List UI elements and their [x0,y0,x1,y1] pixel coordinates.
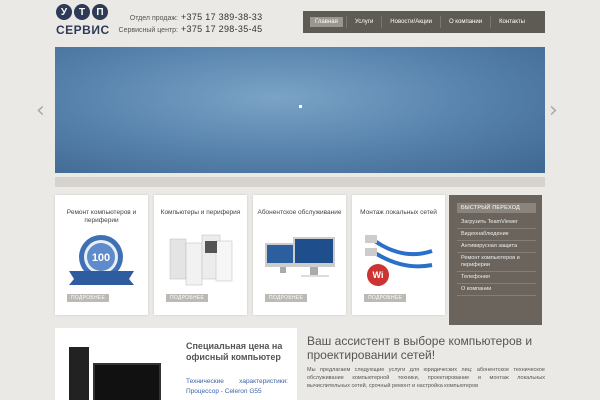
slider-indicator [299,105,302,108]
network-cable-icon: Wi [365,235,433,286]
nav-divider [381,16,383,28]
service-card-network[interactable]: Монтаж локальных сетей Wi ПОДРОБНЕЕ [352,195,445,315]
nav-item-contacts[interactable]: Контакты [494,17,530,27]
quick-nav-item-about[interactable]: О компании [457,284,536,296]
card-title: Монтаж локальных сетей [360,209,437,216]
phone-number: +375 17 298-35-45 [181,24,263,34]
phone-label: Отдел продаж: [129,15,178,22]
pc-tower-image [69,347,89,400]
quick-nav-item-telephony[interactable]: Телефония [457,272,536,284]
service-card-computers[interactable]: Компьютеры и периферия ПОДРОБНЕЕ [154,195,247,315]
nav-item-home[interactable]: Главная [310,17,343,27]
imac-icon [265,237,335,277]
monitor-image [93,363,161,400]
intro-heading: Ваш ассистент в выборе компьютеров и про… [307,334,533,362]
nav-divider [490,16,492,28]
logo-word: СЕРВИС [56,23,110,37]
slider-prev-arrow-icon[interactable]: ‹ [36,100,50,122]
quality-seal-icon: 100 [69,235,134,285]
hero-slider[interactable] [55,47,545,173]
logo-letter: У [56,4,72,20]
card-title: Компьютеры и периферия [160,209,241,216]
nav-divider [439,16,441,28]
contact-phones: Отдел продаж: +375 17 389-38-33 Сервисны… [118,12,263,36]
quick-nav-item-antivirus[interactable]: Антивирусная защита [457,241,536,253]
quick-nav-item-teamviewer[interactable]: Загрузить TeamViewer [457,217,536,229]
promo-block[interactable]: Специальная цена на офисный компьютер Те… [55,328,297,400]
phone-number: +375 17 389-38-33 [181,12,263,22]
service-card-support[interactable]: Абонентское обслуживание ПОДРОБНЕЕ [253,195,346,315]
quick-nav-panel: БЫСТРЫЙ ПЕРЕХОД Загрузить TeamViewer Вид… [449,195,542,325]
phone-service: Сервисный центр: +375 17 298-35-45 [118,24,263,36]
svg-text:100: 100 [92,252,110,264]
phone-sales: Отдел продаж: +375 17 389-38-33 [118,12,262,24]
nav-item-news[interactable]: Новости/Акции [385,17,437,27]
logo-letter: П [92,4,108,20]
nav-item-services[interactable]: Услуги [350,17,378,27]
card-title: Ремонт компьютеров и периферии [66,209,137,224]
computers-icon [169,234,233,286]
slider-next-arrow-icon[interactable]: › [549,100,563,122]
phone-label: Сервисный центр: [118,27,178,34]
logo[interactable]: У Т П СЕРВИС [56,4,110,44]
quick-nav-item-cctv[interactable]: Видеонаблюдение [457,229,536,241]
svg-text:Wi: Wi [373,270,384,280]
quick-nav-item-repair[interactable]: Ремонт компьютеров и периферии [457,253,536,272]
quick-nav-title: БЫСТРЫЙ ПЕРЕХОД [457,203,536,213]
more-button[interactable]: ПОДРОБНЕЕ [166,294,209,302]
main-nav: Главная Услуги Новости/Акции О компании … [303,11,545,33]
logo-letter: Т [74,4,90,20]
service-card-repair[interactable]: Ремонт компьютеров и периферии 100 ПОДРО… [55,195,148,315]
more-button[interactable]: ПОДРОБНЕЕ [364,294,407,302]
nav-item-about[interactable]: О компании [444,17,487,27]
logo-circles: У Т П [56,4,108,20]
more-button[interactable]: ПОДРОБНЕЕ [67,294,110,302]
card-title: Абонентское обслуживание [257,209,342,216]
nav-divider [345,16,347,28]
more-button[interactable]: ПОДРОБНЕЕ [265,294,308,302]
slider-caption-bar [55,177,545,187]
promo-specs-link[interactable]: Технические характеристики: Процессор - … [186,377,288,397]
intro-text: Мы предлагаем следующие услуги для юриди… [307,367,545,389]
promo-title: Специальная цена на офисный компьютер [186,341,283,362]
